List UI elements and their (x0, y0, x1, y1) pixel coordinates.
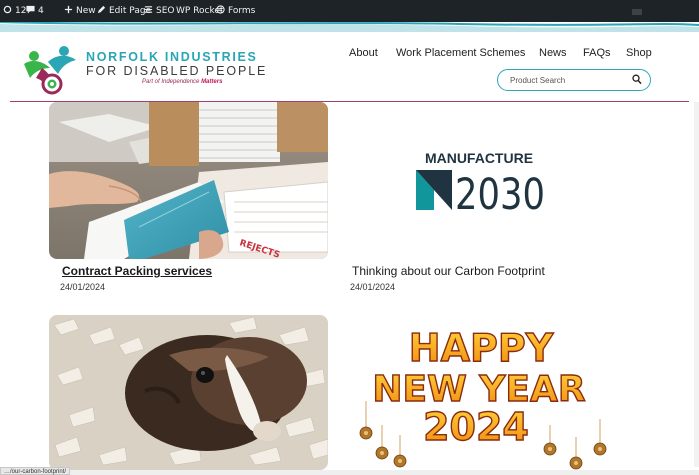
nav-work-placement-schemes[interactable]: Work Placement Schemes (396, 47, 525, 59)
post-image-manufacture-2030[interactable]: MANUFACTURE 2030 (338, 102, 617, 259)
contract-packing-photo: REJECTS (49, 102, 328, 259)
nav-faqs[interactable]: FAQs (583, 47, 611, 59)
page-scrollbar[interactable] (694, 102, 699, 467)
forms-icon (216, 5, 225, 14)
guinea-pig-photo (49, 315, 328, 470)
post-image-guinea-pig[interactable] (49, 315, 328, 470)
post-date: 24/01/2024 (350, 282, 396, 292)
admin-bar-comments[interactable]: 4 (26, 0, 44, 22)
post-image-contract-packing[interactable]: REJECTS (49, 102, 328, 259)
post-date: 24/01/2024 (60, 282, 106, 292)
manufacture-2030-logo: MANUFACTURE 2030 (338, 102, 617, 259)
new-label: New (76, 6, 96, 16)
status-bar-url: …/our-carbon-footprint/ (0, 467, 71, 475)
comments-count: 4 (38, 6, 44, 16)
year-2024-text: 2024 (423, 405, 529, 449)
bottom-strip (0, 470, 699, 475)
teal-wave-decoration (0, 22, 699, 32)
refresh-icon (3, 5, 12, 14)
brand-tagline: Part of Independence Matters (142, 79, 222, 85)
search-input[interactable] (510, 73, 630, 87)
brand-name-line1[interactable]: NORFOLK INDUSTRIES (86, 50, 258, 64)
admin-bar-seo[interactable]: SEO (144, 0, 174, 22)
year-2030: 2030 (455, 170, 545, 220)
nav-news[interactable]: News (539, 47, 567, 59)
tagline-prefix: Part of Independence (142, 79, 200, 85)
seo-icon (144, 6, 153, 13)
brand-name-line2[interactable]: FOR DISABLED PEOPLE (86, 64, 267, 78)
admin-bar-account[interactable] (632, 9, 642, 15)
plus-icon (64, 5, 73, 14)
updates-count: 12 (15, 6, 27, 16)
new-year-text: NEW YEAR (372, 369, 585, 410)
post-title-link[interactable]: Thinking about our Carbon Footprint (352, 264, 545, 278)
admin-bar-updates[interactable]: 12 (3, 0, 26, 22)
admin-bar-forms[interactable]: Forms (216, 0, 255, 22)
happy-text: HAPPY (409, 326, 554, 370)
search-icon[interactable] (632, 74, 642, 85)
seo-label: SEO (156, 6, 175, 16)
product-search (497, 69, 651, 91)
pencil-icon (97, 5, 106, 14)
post-image-happy-new-year[interactable]: HAPPY NEW YEAR 2024 (338, 315, 617, 470)
manufacture-word: MANUFACTURE (425, 150, 533, 166)
post-title-link[interactable]: Contract Packing services (62, 264, 212, 278)
logo-icon[interactable] (20, 44, 78, 96)
admin-bar-edit-page[interactable]: Edit Page (97, 0, 151, 22)
forms-label: Forms (228, 6, 256, 16)
nav-shop[interactable]: Shop (626, 47, 652, 59)
nav-about[interactable]: About (349, 47, 378, 59)
happy-new-year-2024-graphic: HAPPY NEW YEAR 2024 (338, 315, 617, 470)
tagline-brand: Matters (201, 79, 223, 85)
admin-bar-new[interactable]: New (64, 0, 96, 22)
comment-icon (26, 5, 35, 14)
admin-bar: 12 4 New Edit Page SEO WP Rocket Forms (0, 0, 699, 22)
